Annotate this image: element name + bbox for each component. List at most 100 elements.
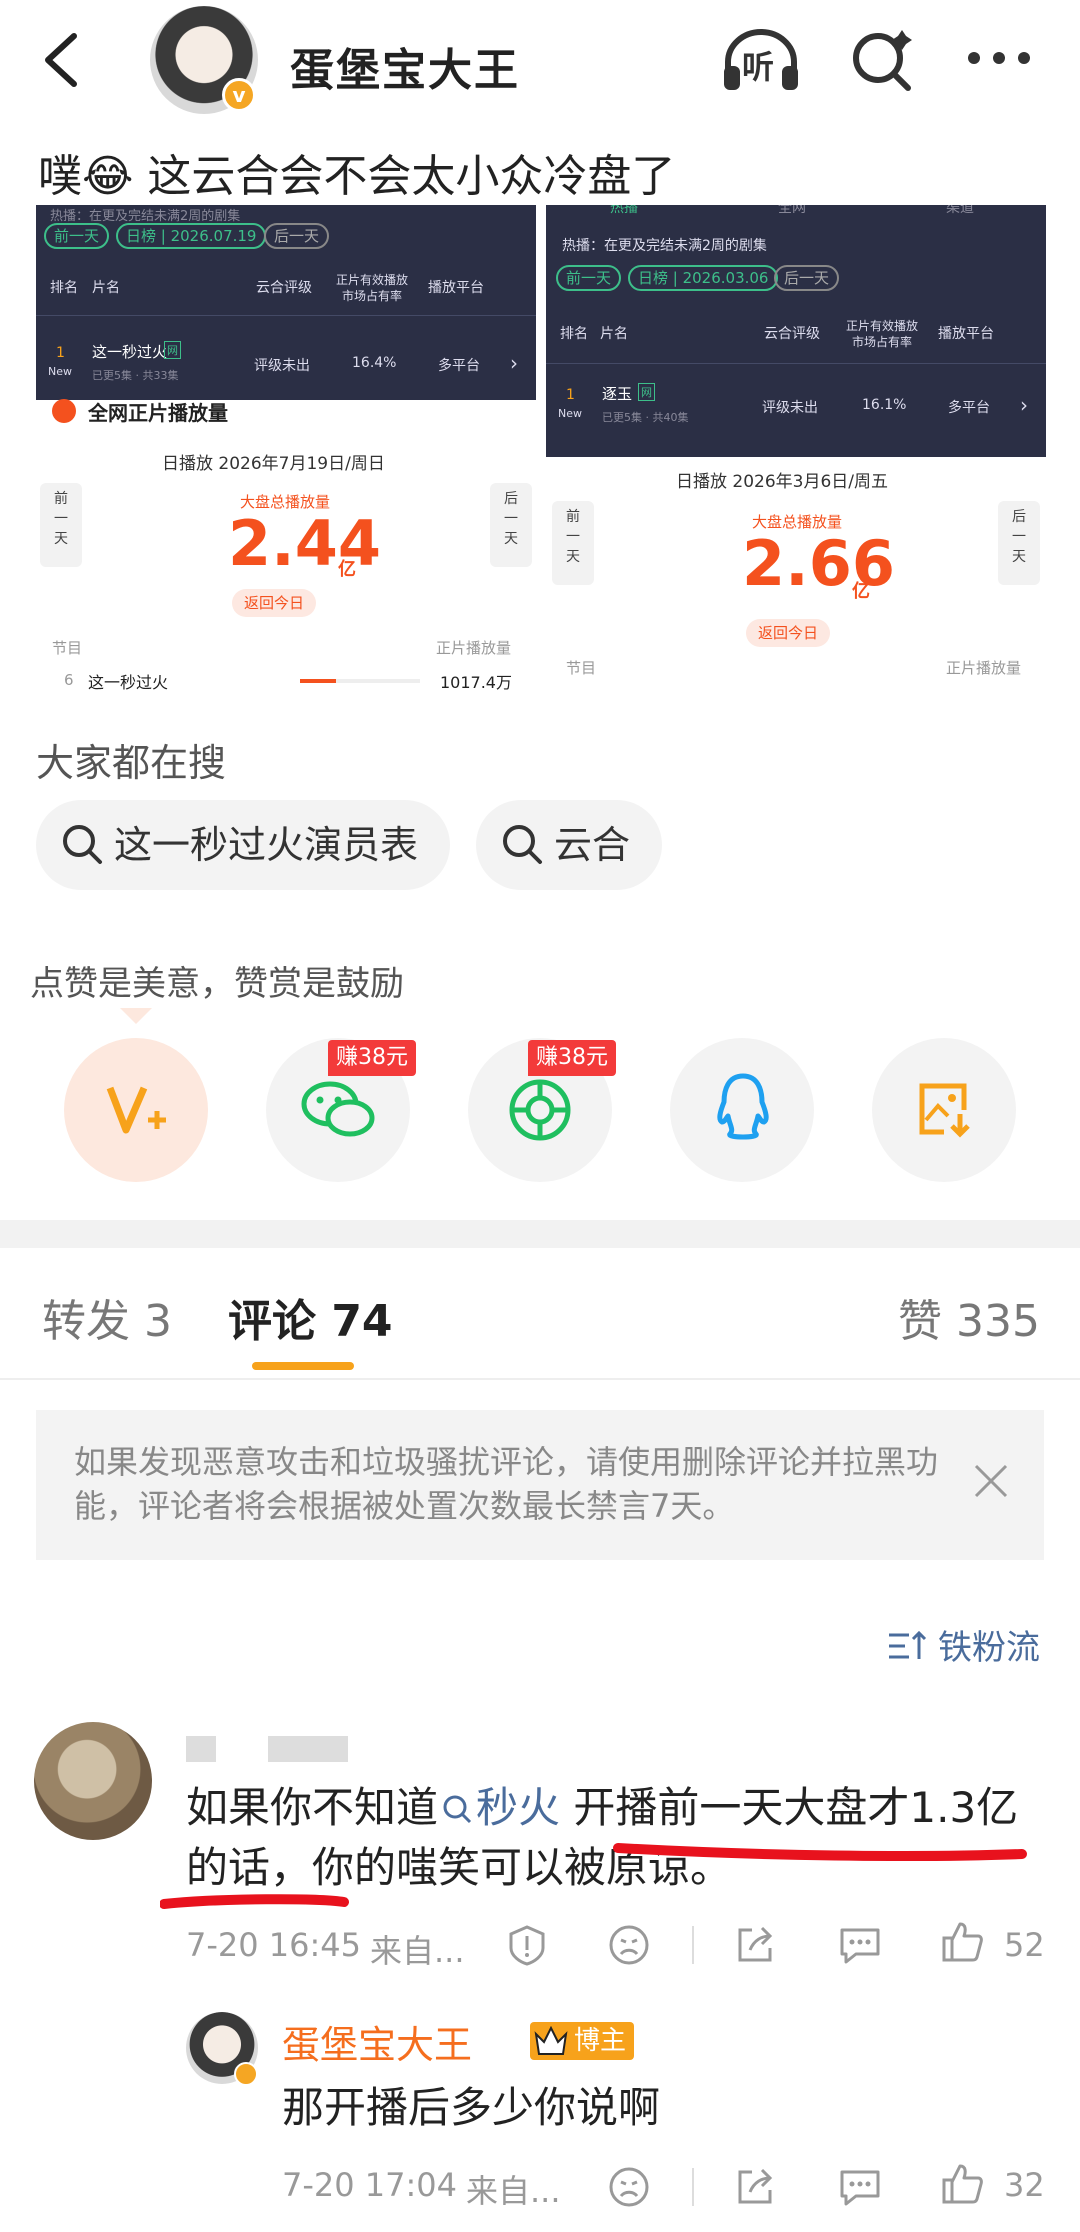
date-label-2[interactable]: 日播放 2026年3月6日/周五: [676, 467, 888, 492]
author-badge-label: 博主: [574, 2026, 627, 2056]
qq-icon: [717, 1073, 769, 1140]
date-pill-2[interactable]: 日榜 | 2026.03.06: [628, 265, 779, 291]
moderation-notice: 如果发现恶意攻击和垃圾骚扰评论，请使用删除评论并拉黑功能，评论者将会根据被处置次…: [36, 1410, 1044, 1560]
like-icon[interactable]: [940, 2162, 984, 2206]
save-image-button[interactable]: [872, 1038, 1016, 1182]
row-share: 16.4%: [352, 355, 397, 371]
share-icon[interactable]: [734, 1924, 776, 1966]
next-day-button[interactable]: 后一天: [490, 483, 532, 567]
verified-badge: [234, 2062, 258, 2086]
col-play-2: 正片有效播放: [846, 319, 919, 333]
prev-day-pill[interactable]: 前一天: [44, 223, 110, 249]
divider-2: [546, 363, 1046, 364]
earn-badge-1: 赚38元: [328, 1040, 416, 1076]
next-day-pill-2[interactable]: 后一天: [774, 265, 840, 291]
dislike-face-icon[interactable]: [608, 1924, 650, 1966]
share-icon[interactable]: [734, 2166, 776, 2208]
prev-day-label-2: 前一天: [566, 509, 580, 565]
wechat-icon: [301, 1081, 375, 1137]
prev-day-button-2[interactable]: 前一天: [552, 501, 594, 585]
row-tag: 网: [164, 341, 181, 359]
red-underline-annotation: [160, 1843, 1027, 1909]
sort-toggle[interactable]: 铁粉流: [887, 1620, 1040, 1669]
col-share-2: 市场占有率: [852, 335, 913, 349]
post-text: 噗😂 这云合会不会太小众冷盘了: [38, 151, 676, 202]
author-badge: 博主: [530, 2022, 635, 2060]
commenter-name-blurred[interactable]: [186, 1736, 216, 1762]
close-icon[interactable]: [970, 1460, 1012, 1502]
tab-repost[interactable]: 转发 3: [42, 1285, 172, 1349]
more-icon[interactable]: [964, 48, 1034, 68]
tab-channel[interactable]: 渠道: [946, 205, 974, 217]
tab-all[interactable]: 全网: [778, 205, 806, 217]
date-label[interactable]: 日播放 2026年7月19日/周日: [162, 449, 385, 474]
strip-text-2: 热播：在更及完结未满2周的剧集: [562, 238, 767, 254]
next-day-label: 后一天: [504, 491, 518, 547]
report-icon[interactable]: [506, 1924, 548, 1966]
reply-source[interactable]: 来自...: [466, 2166, 561, 2212]
post-image-2[interactable]: 热播 全网 渠道 热播：在更及完结未满2周的剧集 前一天 日榜 | 2026.0…: [546, 205, 1046, 685]
ranking-panel: 热播：在更及完结未满2周的剧集 前一天 日榜 | 2026.07.19 后一天 …: [36, 205, 536, 400]
tab-likes[interactable]: 赞 335: [898, 1285, 1040, 1349]
row-platform-2: 多平台: [948, 400, 990, 416]
return-today-button[interactable]: 返回今日: [232, 589, 317, 617]
reward-button[interactable]: [64, 1038, 208, 1182]
next-day-button-2[interactable]: 后一天: [998, 501, 1040, 585]
replier-name[interactable]: 蛋堡宝大王: [282, 2014, 472, 2069]
sort-label: 铁粉流: [938, 1628, 1040, 1668]
list-rank: 6: [64, 671, 74, 689]
section-title: 全网正片播放量: [88, 401, 228, 425]
section-divider: [0, 1220, 1080, 1248]
search-chip-2[interactable]: 云合: [476, 800, 663, 890]
listen-button[interactable]: 听: [718, 26, 804, 96]
download-image-icon: [919, 1083, 970, 1138]
list-bar-track: [300, 679, 420, 683]
reward-v-icon: [106, 1086, 166, 1134]
author-name[interactable]: 蛋堡宝大王: [290, 34, 520, 98]
like-icon[interactable]: [940, 1920, 984, 1964]
row-title: 这一秒过火: [92, 343, 168, 361]
col-share: 市场占有率: [342, 289, 403, 303]
reward-text: 点赞是美意，赞赏是鼓励: [30, 964, 404, 1004]
tab-hot[interactable]: 热播: [610, 205, 638, 217]
row-rank-2: 1: [566, 387, 575, 403]
col-rank: 排名: [50, 280, 78, 296]
comment-source[interactable]: 来自...: [370, 1926, 465, 1972]
row-tag-2: 网: [638, 383, 655, 401]
reply-icon[interactable]: [838, 1924, 882, 1966]
tab-separator: [0, 1378, 1080, 1380]
back-arrow-icon[interactable]: [38, 30, 88, 90]
divider: [36, 315, 536, 316]
dislike-face-icon[interactable]: [608, 2166, 650, 2208]
return-today-button-2[interactable]: 返回今日: [746, 619, 831, 647]
active-tab-indicator: [252, 1362, 354, 1370]
search-icon[interactable]: [848, 28, 916, 96]
comment-time: 7-20 16:45: [186, 1926, 362, 1964]
commenter-avatar[interactable]: [34, 1722, 152, 1840]
sort-icon: [889, 1630, 927, 1659]
row-platform: 多平台: [438, 358, 480, 374]
moments-icon: [509, 1079, 571, 1141]
row-sub-2: 已更5集 · 共40集: [602, 411, 689, 424]
search-chip-label: 云合: [554, 823, 631, 867]
strip-text: 热播：在更及完结未满2周的剧集: [50, 209, 241, 224]
search-chip-1[interactable]: 这一秒过火演员表: [36, 800, 451, 890]
reply-time: 7-20 17:04: [282, 2166, 458, 2204]
post-image-1[interactable]: 热播：在更及完结未满2周的剧集 前一天 日榜 | 2026.07.19 后一天 …: [36, 205, 536, 700]
chevron-right-icon: ›: [510, 351, 518, 375]
top-bar: v 蛋堡宝大王 听: [0, 0, 1080, 122]
next-day-pill[interactable]: 后一天: [264, 223, 330, 249]
row-new: New: [48, 365, 72, 378]
commenter-name-blurred[interactable]: [268, 1736, 348, 1762]
prev-day-pill-2[interactable]: 前一天: [556, 265, 622, 291]
prev-day-label: 前一天: [54, 491, 68, 547]
row-sub: 已更5集 · 共33集: [92, 369, 179, 382]
reply-icon[interactable]: [838, 2166, 882, 2208]
total-value: 2.44: [228, 507, 381, 580]
tooltip-arrow: [120, 1008, 152, 1024]
prev-day-button[interactable]: 前一天: [40, 483, 82, 567]
share-qq-button[interactable]: [670, 1038, 814, 1182]
tab-comments[interactable]: 评论 74: [228, 1285, 393, 1349]
logo-icon: [52, 399, 76, 423]
date-pill[interactable]: 日榜 | 2026.07.19: [116, 223, 267, 249]
